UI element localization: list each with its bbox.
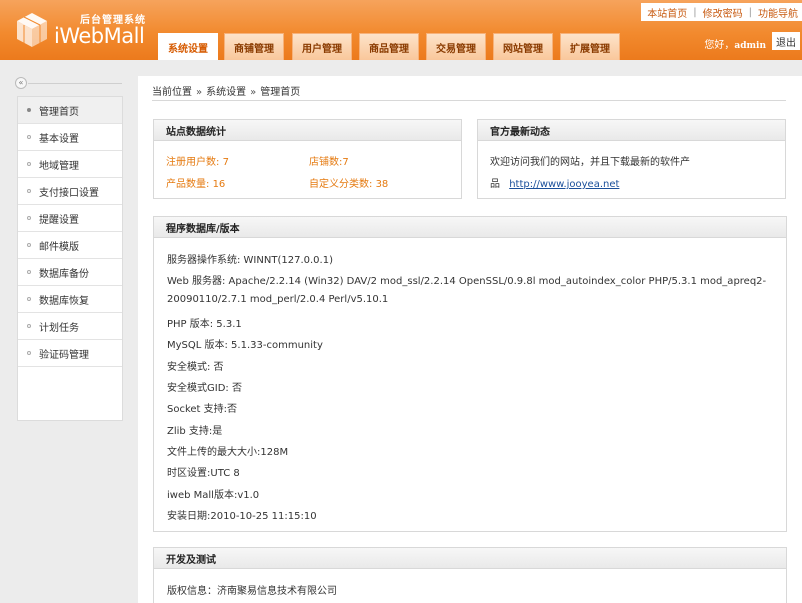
bullet-icon	[27, 108, 31, 112]
panel-title: 官方最新动态	[478, 120, 785, 141]
bullet-icon	[27, 270, 31, 274]
sidebar-item-scheduled-tasks[interactable]: 计划任务	[18, 313, 122, 340]
sidebar-item-label: 地域管理	[39, 160, 79, 172]
breadcrumb-separator: »	[196, 87, 203, 98]
sidebar-item-label: 提醒设置	[39, 214, 79, 226]
news-link-row: 品 http://www.jooyea.net	[490, 175, 619, 190]
logout-button[interactable]: 退出	[772, 32, 800, 50]
info-line-socket: Socket 支持:否	[167, 404, 238, 415]
sidebar-menu: 管理首页 基本设置 地域管理 支付接口设置 提醒设置 邮件模版 数据库备份 数据…	[17, 96, 123, 421]
bullet-icon	[27, 297, 31, 301]
sidebar-item-label: 计划任务	[39, 322, 79, 334]
link-function-nav[interactable]: 功能导航	[758, 5, 798, 20]
info-line-install-date: 安装日期:2010-10-25 11:15:10	[167, 511, 317, 522]
panel-title: 开发及测试	[154, 548, 786, 569]
stat-label: 自定义分类数:	[309, 179, 373, 190]
news-text: 欢迎访问我们的网站，并且下载最新的软件产	[490, 157, 690, 168]
info-line-php: PHP 版本: 5.3.1	[167, 319, 242, 330]
info-line-mall-version: iweb Mall版本:v1.0	[167, 490, 260, 501]
sidebar-item-label: 邮件模版	[39, 241, 79, 253]
top-links: 本站首页 | 修改密码 | 功能导航	[641, 3, 802, 21]
breadcrumb: 当前位置» 系统设置» 管理首页	[152, 83, 786, 101]
info-line-web-server-cont: 20090110/2.7.1 mod_perl/2.0.4 Perl/v5.10…	[167, 294, 389, 305]
sidebar-item-label: 支付接口设置	[39, 187, 99, 199]
program-version-panel: 程序数据库/版本 服务器操作系统: WINNT(127.0.0.1) Web 服…	[153, 216, 787, 532]
sidebar-item-label: 基本设置	[39, 133, 79, 145]
bullet-icon	[27, 135, 31, 139]
separator: |	[693, 6, 697, 18]
sidebar-item-reminder-settings[interactable]: 提醒设置	[18, 205, 122, 232]
tab-user-management[interactable]: 用户管理	[292, 33, 352, 60]
dev-test-panel: 开发及测试 版权信息：济南聚易信息技术有限公司	[153, 547, 787, 603]
info-line-os: 服务器操作系统: WINNT(127.0.0.1)	[167, 255, 333, 266]
sidebar-item-label: 数据库备份	[39, 268, 89, 280]
bullet-icon	[27, 216, 31, 220]
copyright-text: 版权信息：济南聚易信息技术有限公司	[167, 586, 337, 597]
tab-site-management[interactable]: 网站管理	[493, 33, 553, 60]
tab-trade-management[interactable]: 交易管理	[426, 33, 486, 60]
bullet-icon	[27, 243, 31, 247]
breadcrumb-item[interactable]: 系统设置	[206, 87, 246, 98]
header-bar: 后台管理系统 iWebMall 系统设置 商铺管理 用户管理 商品管理 交易管理…	[0, 0, 802, 60]
sidebar-item-admin-home[interactable]: 管理首页	[18, 97, 122, 124]
tab-system-settings[interactable]: 系统设置	[158, 33, 218, 60]
bullet-icon	[27, 162, 31, 166]
official-site-link[interactable]: http://www.jooyea.net	[509, 179, 619, 190]
panel-title: 程序数据库/版本	[154, 217, 786, 238]
stat-label: 店铺数:	[309, 157, 343, 168]
bullet-icon	[27, 351, 31, 355]
info-line-zlib: Zlib 支持:是	[167, 426, 223, 437]
site-stats-panel: 站点数据统计 注册用户数: 7 店铺数:7 产品数量: 16 自定义分类数: 3…	[153, 119, 462, 199]
stat-value: 38	[375, 179, 389, 190]
sidebar-item-label: 管理首页	[39, 106, 79, 118]
bullet-icon	[27, 189, 31, 193]
stat-value: 7	[342, 157, 349, 168]
sidebar-item-payment-settings[interactable]: 支付接口设置	[18, 178, 122, 205]
stat-custom-category-count: 自定义分类数: 38	[309, 175, 388, 190]
logo[interactable]: 后台管理系统 iWebMall	[14, 10, 164, 56]
tab-shop-management[interactable]: 商铺管理	[224, 33, 284, 60]
info-line-safe-mode-gid: 安全模式GID: 否	[167, 383, 242, 394]
sidebar-item-region-management[interactable]: 地域管理	[18, 151, 122, 178]
stat-product-count: 产品数量: 16	[166, 175, 225, 190]
panel-title: 站点数据统计	[154, 120, 461, 141]
info-line-upload-max: 文件上传的最大大小:128M	[167, 447, 289, 458]
breadcrumb-separator: »	[250, 87, 257, 98]
welcome-text: 您好，admin	[704, 36, 766, 51]
stat-label: 注册用户数:	[166, 157, 220, 168]
sidebar-item-db-backup[interactable]: 数据库备份	[18, 259, 122, 286]
stat-value: 7	[222, 157, 229, 168]
bullet-icon	[27, 324, 31, 328]
link-change-password[interactable]: 修改密码	[703, 5, 743, 20]
link-site-home[interactable]: 本站首页	[647, 5, 687, 20]
stat-registered-users: 注册用户数: 7	[166, 153, 229, 168]
separator: |	[748, 6, 752, 18]
breadcrumb-item: 管理首页	[260, 87, 301, 98]
sidebar-item-basic-settings[interactable]: 基本设置	[18, 124, 122, 151]
sidebar-item-mail-templates[interactable]: 邮件模版	[18, 232, 122, 259]
info-line-safe-mode: 安全模式: 否	[167, 362, 224, 373]
stat-label: 产品数量:	[166, 179, 210, 190]
stat-shop-count: 店铺数:7	[309, 153, 349, 168]
tab-product-management[interactable]: 商品管理	[359, 33, 419, 60]
sidebar-item-captcha-management[interactable]: 验证码管理	[18, 340, 122, 367]
username: admin	[734, 41, 766, 51]
info-line-web-server: Web 服务器: Apache/2.2.14 (Win32) DAV/2 mod…	[167, 276, 767, 287]
logo-title: iWebMall	[54, 24, 145, 48]
stat-value: 16	[212, 179, 226, 190]
sidebar-item-label: 验证码管理	[39, 349, 89, 361]
sidebar-item-label: 数据库恢复	[39, 295, 89, 307]
tab-extension-management[interactable]: 扩展管理	[560, 33, 620, 60]
welcome-prefix: 您好，	[704, 40, 735, 51]
divider	[28, 83, 122, 84]
collapse-sidebar-icon[interactable]: «	[15, 77, 27, 89]
breadcrumb-item: 当前位置	[152, 87, 192, 98]
sidebar-item-db-restore[interactable]: 数据库恢复	[18, 286, 122, 313]
logo-cube-icon	[17, 13, 47, 47]
info-line-timezone: 时区设置:UTC 8	[167, 468, 240, 479]
info-line-mysql: MySQL 版本: 5.1.33-community	[167, 340, 323, 351]
link-icon: 品	[490, 179, 500, 190]
official-news-panel: 官方最新动态 欢迎访问我们的网站，并且下载最新的软件产 品 http://www…	[477, 119, 786, 199]
